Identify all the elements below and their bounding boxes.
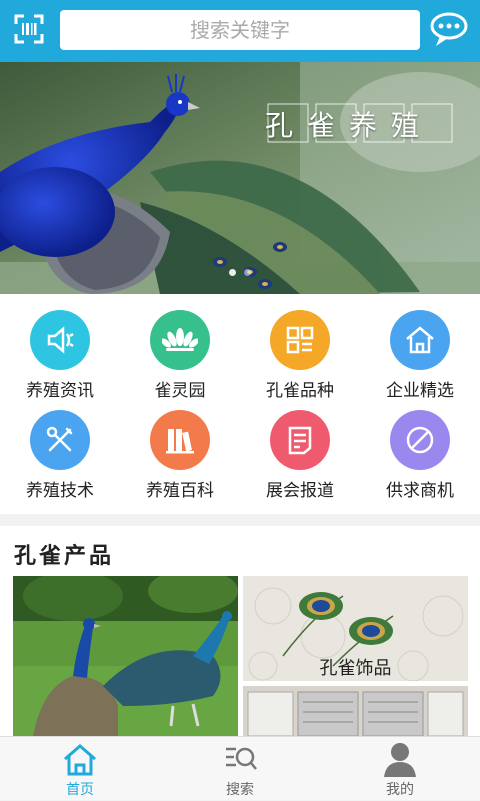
category-enterprise[interactable]: 企业精选: [360, 294, 480, 401]
products-section: 孔雀产品 孔雀饰品: [0, 526, 480, 736]
category-breeds[interactable]: 孔雀品种: [240, 294, 360, 401]
tab-label: 首页: [66, 782, 94, 798]
scan-icon[interactable]: [14, 14, 44, 44]
tab-search[interactable]: 搜索: [160, 737, 320, 801]
top-bar: [0, 0, 480, 62]
speaker-icon: [30, 310, 90, 370]
tab-label: 我的: [386, 782, 414, 798]
tab-label: 搜索: [226, 782, 254, 798]
peacocks-lawn-image: [13, 576, 238, 736]
category-news[interactable]: 养殖资讯: [0, 294, 120, 401]
category-label: 养殖百科: [146, 481, 214, 501]
incubator-image: [243, 686, 468, 736]
bottom-tab-bar: 首页 搜索 我的: [0, 736, 480, 800]
chat-icon[interactable]: [428, 10, 470, 50]
carousel-indicator: [0, 269, 480, 276]
product-card-ornaments[interactable]: 孔雀饰品: [243, 576, 468, 681]
home-icon: [60, 741, 100, 777]
tab-home[interactable]: 首页: [0, 737, 160, 801]
lotus-icon: [150, 310, 210, 370]
category-label: 展会报道: [266, 481, 334, 501]
category-tech[interactable]: 养殖技术: [0, 394, 120, 501]
tab-profile[interactable]: 我的: [320, 737, 480, 801]
category-label: 养殖技术: [26, 481, 94, 501]
product-card-peacocks[interactable]: [13, 576, 238, 736]
user-icon: [380, 741, 420, 777]
search-input[interactable]: [60, 10, 420, 50]
no-entry-icon: [390, 410, 450, 470]
home-icon: [390, 310, 450, 370]
category-grid: 养殖资讯 雀灵园 孔雀品种 企业精选 养殖技术 养殖百科 展会报道 供求商机: [0, 294, 480, 514]
tools-icon: [30, 410, 90, 470]
banner-title: 孔雀养殖: [265, 109, 434, 142]
peacock-banner-image: [0, 62, 480, 294]
carousel-dot-active[interactable]: [229, 269, 236, 276]
category-garden[interactable]: 雀灵园: [120, 294, 240, 401]
product-label: 孔雀饰品: [319, 658, 392, 679]
category-supply-demand[interactable]: 供求商机: [360, 394, 480, 501]
category-label: 供求商机: [386, 481, 454, 501]
category-expo[interactable]: 展会报道: [240, 394, 360, 501]
carousel-dot[interactable]: [244, 269, 251, 276]
banner-carousel[interactable]: 孔雀养殖: [0, 62, 480, 294]
books-icon: [150, 410, 210, 470]
section-title: 孔雀产品: [14, 544, 115, 569]
product-card-incubator[interactable]: [243, 686, 468, 736]
document-icon: [270, 410, 330, 470]
category-encyclopedia[interactable]: 养殖百科: [120, 394, 240, 501]
grid-list-icon: [270, 310, 330, 370]
search-field[interactable]: [60, 10, 420, 50]
search-list-icon: [220, 741, 260, 777]
